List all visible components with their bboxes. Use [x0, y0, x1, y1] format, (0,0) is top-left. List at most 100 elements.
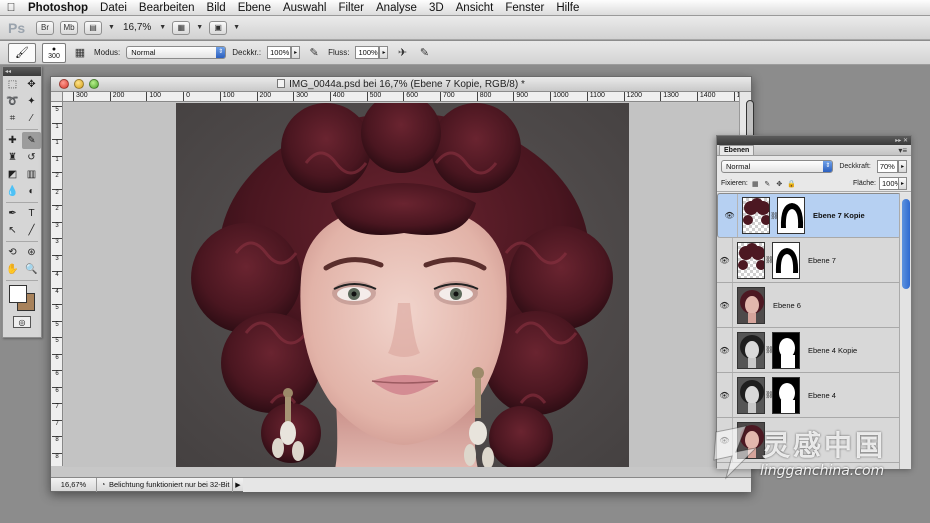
bridge-button[interactable]: Br	[36, 20, 54, 35]
layer-mask-thumbnail[interactable]	[772, 241, 800, 279]
visibility-eye-icon[interactable]: 👁	[718, 256, 732, 265]
menu-bild[interactable]: Bild	[201, 0, 232, 16]
fluss-input[interactable]: 100%	[355, 46, 380, 59]
arrange-documents-button[interactable]: ▦	[172, 20, 191, 35]
deckkraft-input[interactable]: 100%	[267, 46, 292, 59]
tools-panel-header[interactable]: ◂◂	[3, 67, 41, 76]
gradient-tool-icon[interactable]: ▥	[22, 166, 41, 183]
vertical-ruler[interactable]: 5 1 1 1 2 2 2 3 3 3 4 4 5 5 5 6 6 6 7 7 8 8	[51, 102, 63, 466]
layer-mask-thumbnail[interactable]	[772, 331, 800, 369]
pressure-opacity-icon[interactable]: ✎	[306, 45, 322, 61]
layer-thumbnail[interactable]	[737, 331, 765, 369]
zoom-tool-icon[interactable]: 🔍	[22, 261, 41, 278]
line-tool-icon[interactable]: ╱	[22, 222, 41, 239]
layer-thumbnail[interactable]	[742, 197, 770, 234]
ruler-origin[interactable]	[51, 92, 63, 102]
lock-transparency-icon[interactable]: ▦	[751, 179, 760, 188]
fluss-slider-toggle[interactable]: ▸	[379, 46, 389, 59]
layer-thumbnail[interactable]	[737, 376, 765, 414]
flaeche-slider-toggle[interactable]: ▸	[898, 177, 907, 190]
foreground-color[interactable]	[9, 285, 27, 303]
layer-name[interactable]: Ebene 7	[808, 256, 836, 265]
layer-thumbnail[interactable]	[737, 421, 765, 459]
horizontal-ruler[interactable]: 300 200 100 0 100 200 300 400 500 600 700 800 900 100…	[63, 92, 739, 102]
brush-preset-picker[interactable]: ● 300	[42, 42, 66, 63]
lasso-tool-icon[interactable]: ➰	[3, 93, 22, 110]
portrait-photo[interactable]	[176, 103, 629, 467]
status-info-icon[interactable]: ◔	[97, 480, 109, 489]
mini-bridge-button[interactable]: Mb	[60, 20, 78, 35]
layer-row[interactable]: 👁 Ebene 6	[717, 283, 901, 328]
screen-mode-button[interactable]: ▣	[209, 20, 228, 35]
status-menu-arrow-icon[interactable]: ▶	[233, 481, 243, 489]
3d-orbit-tool-icon[interactable]: ⊛	[22, 244, 41, 261]
menu-hilfe[interactable]: Hilfe	[550, 0, 585, 16]
history-brush-tool-icon[interactable]: ↺	[22, 149, 41, 166]
modus-select[interactable]: Normal ⇕	[126, 46, 227, 59]
document-title-bar[interactable]: IMG_0044a.psd bei 16,7% (Ebene 7 Kopie, …	[51, 77, 751, 92]
quick-mask-icon[interactable]: ◎	[13, 316, 31, 328]
lock-position-icon[interactable]: ✥	[775, 179, 784, 188]
panel-menu-icon[interactable]: ▾≡	[898, 146, 907, 155]
link-chain-icon[interactable]: ⛓	[765, 391, 774, 399]
hand-tool-icon[interactable]: ✋	[3, 261, 22, 278]
screen-mode-caret-icon[interactable]: ▼	[233, 24, 240, 31]
layers-scroll-thumb[interactable]	[902, 199, 910, 289]
layer-mask-thumbnail[interactable]	[772, 376, 800, 414]
layer-row[interactable]: 👁 ⛓ Ebene 4	[717, 373, 901, 418]
crop-tool-icon[interactable]: ⌗	[3, 110, 22, 127]
visibility-eye-icon[interactable]: 👁	[718, 301, 732, 310]
pen-tool-icon[interactable]: ✒	[3, 205, 22, 222]
menu-datei[interactable]: Datei	[94, 0, 133, 16]
layer-deckkraft-slider-toggle[interactable]: ▸	[898, 159, 907, 173]
menu-ansicht[interactable]: Ansicht	[450, 0, 500, 16]
layer-name[interactable]: Ebene 6	[773, 301, 801, 310]
airbrush-icon[interactable]: ✈	[394, 45, 410, 61]
tool-preset-picker[interactable]: 🖌	[8, 42, 36, 63]
layer-row[interactable]: 👁 ⛓ Ebene 7	[717, 238, 901, 283]
layer-row[interactable]: 👁	[717, 418, 901, 463]
eyedropper-tool-icon[interactable]: ⁄	[22, 110, 41, 127]
layer-name[interactable]: Ebene 4 Kopie	[808, 346, 857, 355]
arrange-caret-icon[interactable]: ▼	[196, 24, 203, 31]
layers-scrollbar[interactable]	[899, 193, 911, 469]
layer-thumbnail[interactable]	[737, 241, 765, 279]
lock-pixels-icon[interactable]: ✎	[763, 179, 772, 188]
view-extras-button[interactable]: ▤	[84, 20, 102, 35]
healing-brush-tool-icon[interactable]: ✚	[3, 132, 22, 149]
type-tool-icon[interactable]: T	[22, 205, 41, 222]
link-chain-icon[interactable]: ⛓	[765, 346, 774, 354]
layer-name[interactable]: Ebene 7 Kopie	[813, 211, 865, 220]
link-chain-icon[interactable]: ⛓	[770, 212, 779, 220]
quick-selection-tool-icon[interactable]: ✦	[22, 93, 41, 110]
menu-3d[interactable]: 3D	[423, 0, 450, 16]
menu-fenster[interactable]: Fenster	[499, 0, 550, 16]
brush-tool-icon[interactable]: ✎	[22, 132, 41, 149]
visibility-eye-icon[interactable]: 👁	[718, 391, 732, 400]
menu-analyse[interactable]: Analyse	[370, 0, 423, 16]
tab-ebenen[interactable]: Ebenen	[719, 145, 755, 155]
pressure-size-icon[interactable]: ✎	[416, 45, 432, 61]
layer-thumbnail[interactable]	[737, 286, 765, 324]
blur-tool-icon[interactable]: 💧	[3, 183, 22, 200]
layer-mask-thumbnail[interactable]	[777, 197, 805, 234]
zoom-level[interactable]: 16,7%	[121, 22, 153, 33]
menu-bearbeiten[interactable]: Bearbeiten	[133, 0, 201, 16]
horizontal-scrollbar[interactable]	[243, 477, 751, 492]
layers-panel-header[interactable]: ▸▸ ✕	[717, 136, 911, 145]
visibility-eye-icon[interactable]: 👁	[718, 346, 732, 355]
clone-stamp-tool-icon[interactable]: ♜	[3, 149, 22, 166]
deckkraft-slider-toggle[interactable]: ▸	[291, 46, 301, 59]
zoom-caret-icon[interactable]: ▼	[159, 24, 166, 31]
visibility-eye-icon[interactable]: 👁	[723, 211, 737, 220]
path-selection-tool-icon[interactable]: ↖	[3, 222, 22, 239]
menu-ebene[interactable]: Ebene	[232, 0, 277, 16]
menu-photoshop[interactable]: Photoshop	[22, 0, 94, 16]
marquee-tool-icon[interactable]: ⬚	[3, 76, 22, 93]
layer-name[interactable]: Ebene 4	[808, 391, 836, 400]
blend-mode-select[interactable]: Normal ⇕	[721, 159, 834, 173]
layer-row[interactable]: 👁 ⛓ Ebene 4 Kopie	[717, 328, 901, 373]
link-chain-icon[interactable]: ⛓	[765, 256, 774, 264]
eraser-tool-icon[interactable]: ◩	[3, 166, 22, 183]
menu-auswahl[interactable]: Auswahl	[277, 0, 332, 16]
